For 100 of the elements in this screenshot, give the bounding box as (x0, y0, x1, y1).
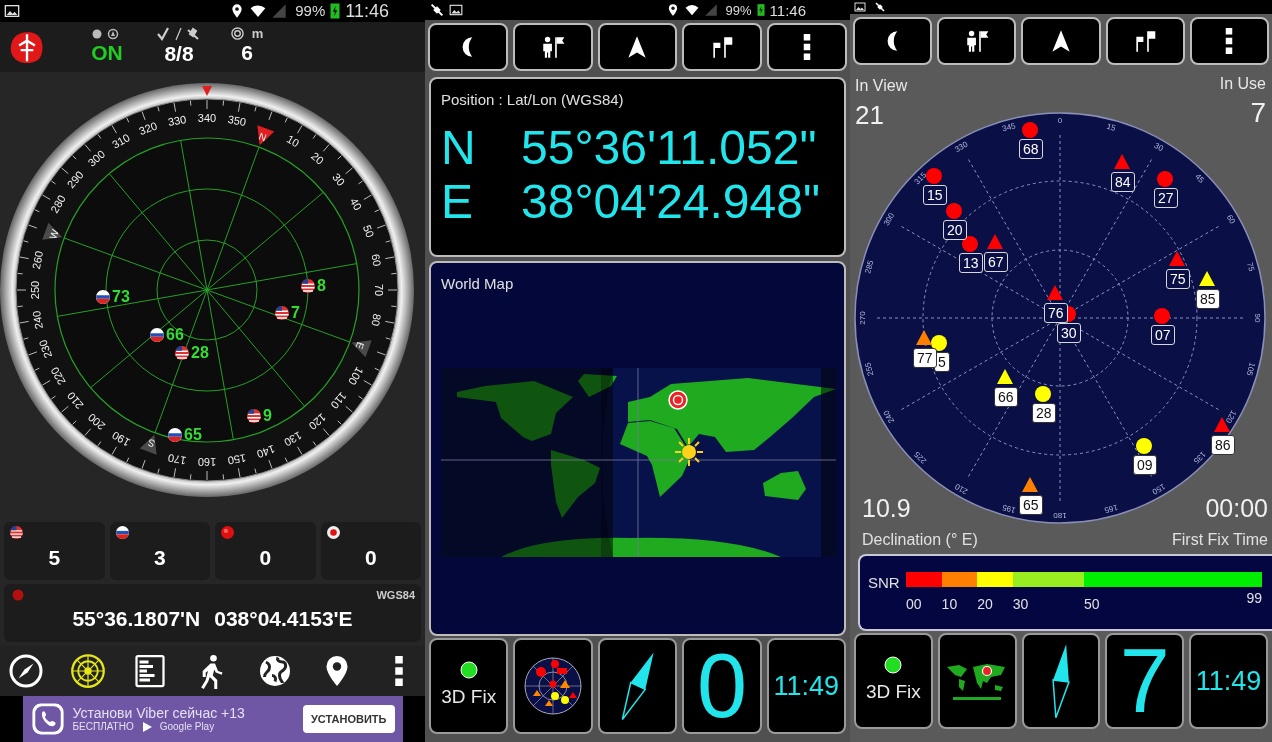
satellite-label: 86 (1211, 435, 1235, 455)
snr-tick-label: 10 (941, 595, 958, 614)
azimuth-label: 105 (1244, 361, 1257, 377)
toolbar-button[interactable] (428, 23, 508, 71)
snr-tick-label: 30 (1012, 595, 1029, 614)
toolbar-button[interactable] (1021, 17, 1101, 65)
satellite-icon (874, 1, 886, 13)
azimuth-label: 300 (881, 211, 897, 228)
satellite-count: 3 (152, 547, 167, 568)
dial-label: 140 (255, 442, 277, 461)
image-icon (854, 1, 866, 13)
satellite-label: 30 (1057, 323, 1081, 343)
accuracy-value: 6 (241, 40, 253, 67)
satellite-label: 65 (1019, 495, 1043, 515)
dial-label: 40 (347, 195, 365, 213)
toolbar-button[interactable] (853, 17, 933, 65)
azimuth-label: 165 (1103, 502, 1119, 515)
heading-marker (202, 86, 212, 96)
dial-label: 190 (110, 429, 132, 449)
azimuth-label: 75 (1245, 261, 1257, 273)
more-icon (803, 34, 812, 60)
russia-flag-icon (96, 290, 110, 304)
dial-label: 50 (361, 223, 377, 239)
fix-label: 3D Fix (865, 679, 921, 704)
us-flag-icon (175, 346, 189, 360)
dial-label: 130 (282, 429, 304, 449)
dial-label: 230 (36, 338, 55, 360)
radar-icon[interactable] (70, 653, 107, 689)
satellite-number: 8 (317, 278, 326, 294)
phone-app-icon (30, 702, 65, 736)
status-time: 11:46 (345, 0, 389, 23)
widget-tile[interactable]: 0 (682, 638, 762, 734)
toolbar-button[interactable] (767, 23, 847, 71)
datum-label: WGS84 (376, 588, 415, 603)
ad-subtitle: БЕСПЛАТНО (72, 722, 134, 732)
dial-label: 10 (284, 132, 302, 150)
azimuth-label: 195 (1001, 502, 1017, 515)
toolbar-button[interactable] (1105, 17, 1185, 65)
image-icon (449, 3, 463, 17)
map-title: World Map (441, 274, 514, 294)
satellite-label: 77 (913, 348, 937, 368)
azimuth-label: 150 (1150, 481, 1167, 497)
store-name: Google Play (159, 722, 215, 732)
toolbar-button[interactable] (512, 23, 593, 71)
azimuth-label: 240 (881, 408, 897, 425)
dial-label: 310 (110, 131, 132, 151)
coordinate-value: 38°04'24.948" (521, 177, 820, 226)
satellite-number: 66 (166, 327, 184, 343)
in-view-count: 21 (855, 99, 884, 132)
satellites-used: 8/8 (164, 40, 194, 67)
satellite-label: 28 (1032, 403, 1056, 423)
satellite-label: 66 (994, 387, 1018, 407)
toolbar-button[interactable] (937, 17, 1017, 65)
target-icon (230, 27, 244, 41)
widget-tile[interactable] (1021, 633, 1101, 729)
in-view-label: In View (855, 76, 908, 96)
dial-label: 250 (28, 280, 41, 300)
battery-icon (329, 2, 342, 20)
satellite-count: 5 (47, 547, 62, 568)
us-flag-icon (10, 526, 23, 539)
azimuth-label: 120 (1223, 408, 1239, 425)
dial-label: 160 (197, 456, 217, 469)
dial-label: 320 (137, 119, 159, 138)
widget-tile[interactable] (597, 638, 678, 734)
satellite-label: 20 (943, 220, 967, 240)
fix-dot-icon (884, 655, 903, 674)
widget-tile[interactable]: 3D Fix (854, 633, 933, 729)
satellite-number: 9 (263, 408, 272, 424)
widget-tile[interactable]: 11:49 (1189, 633, 1268, 729)
longitude-value: 038°04.4153'E (214, 608, 353, 629)
compass-icon[interactable] (8, 653, 44, 689)
snr-tick-label: 20 (977, 595, 993, 614)
dial-label: E (353, 340, 367, 351)
wifi-icon (249, 3, 268, 19)
battery-level: 99% (725, 3, 752, 17)
fix-label: 3D Fix (441, 684, 497, 709)
cardinal-marker (351, 340, 372, 358)
dial-label: 170 (167, 451, 188, 467)
us-flag-icon (301, 279, 315, 293)
toolbar-button[interactable] (682, 23, 763, 71)
satellite-label: 27 (1154, 188, 1178, 208)
satellite-count: 0 (363, 547, 378, 568)
image-icon (4, 3, 20, 19)
wifi-icon (683, 3, 700, 17)
dial-label: 80 (369, 312, 384, 327)
install-button[interactable]: УСТАНОВИТЬ (303, 704, 395, 734)
azimuth-label: 345 (1001, 121, 1017, 134)
widget-tile[interactable]: 11:49 (766, 638, 847, 734)
us-flag-icon (247, 409, 261, 423)
declination-value: 10.9 (862, 496, 911, 521)
toolbar-button[interactable] (597, 23, 678, 71)
first-fix-value: 00:00 (1205, 496, 1268, 521)
azimuth-label: 30 (1152, 140, 1165, 154)
toolbar-button[interactable] (1189, 17, 1269, 65)
widget-tile[interactable]: 3D Fix (429, 638, 509, 734)
accuracy-unit: m (251, 27, 264, 41)
widget-tile[interactable] (513, 638, 593, 734)
dial-label: 110 (328, 390, 350, 412)
widget-tile[interactable]: 7 (1105, 633, 1185, 729)
widget-tile[interactable] (937, 633, 1017, 729)
